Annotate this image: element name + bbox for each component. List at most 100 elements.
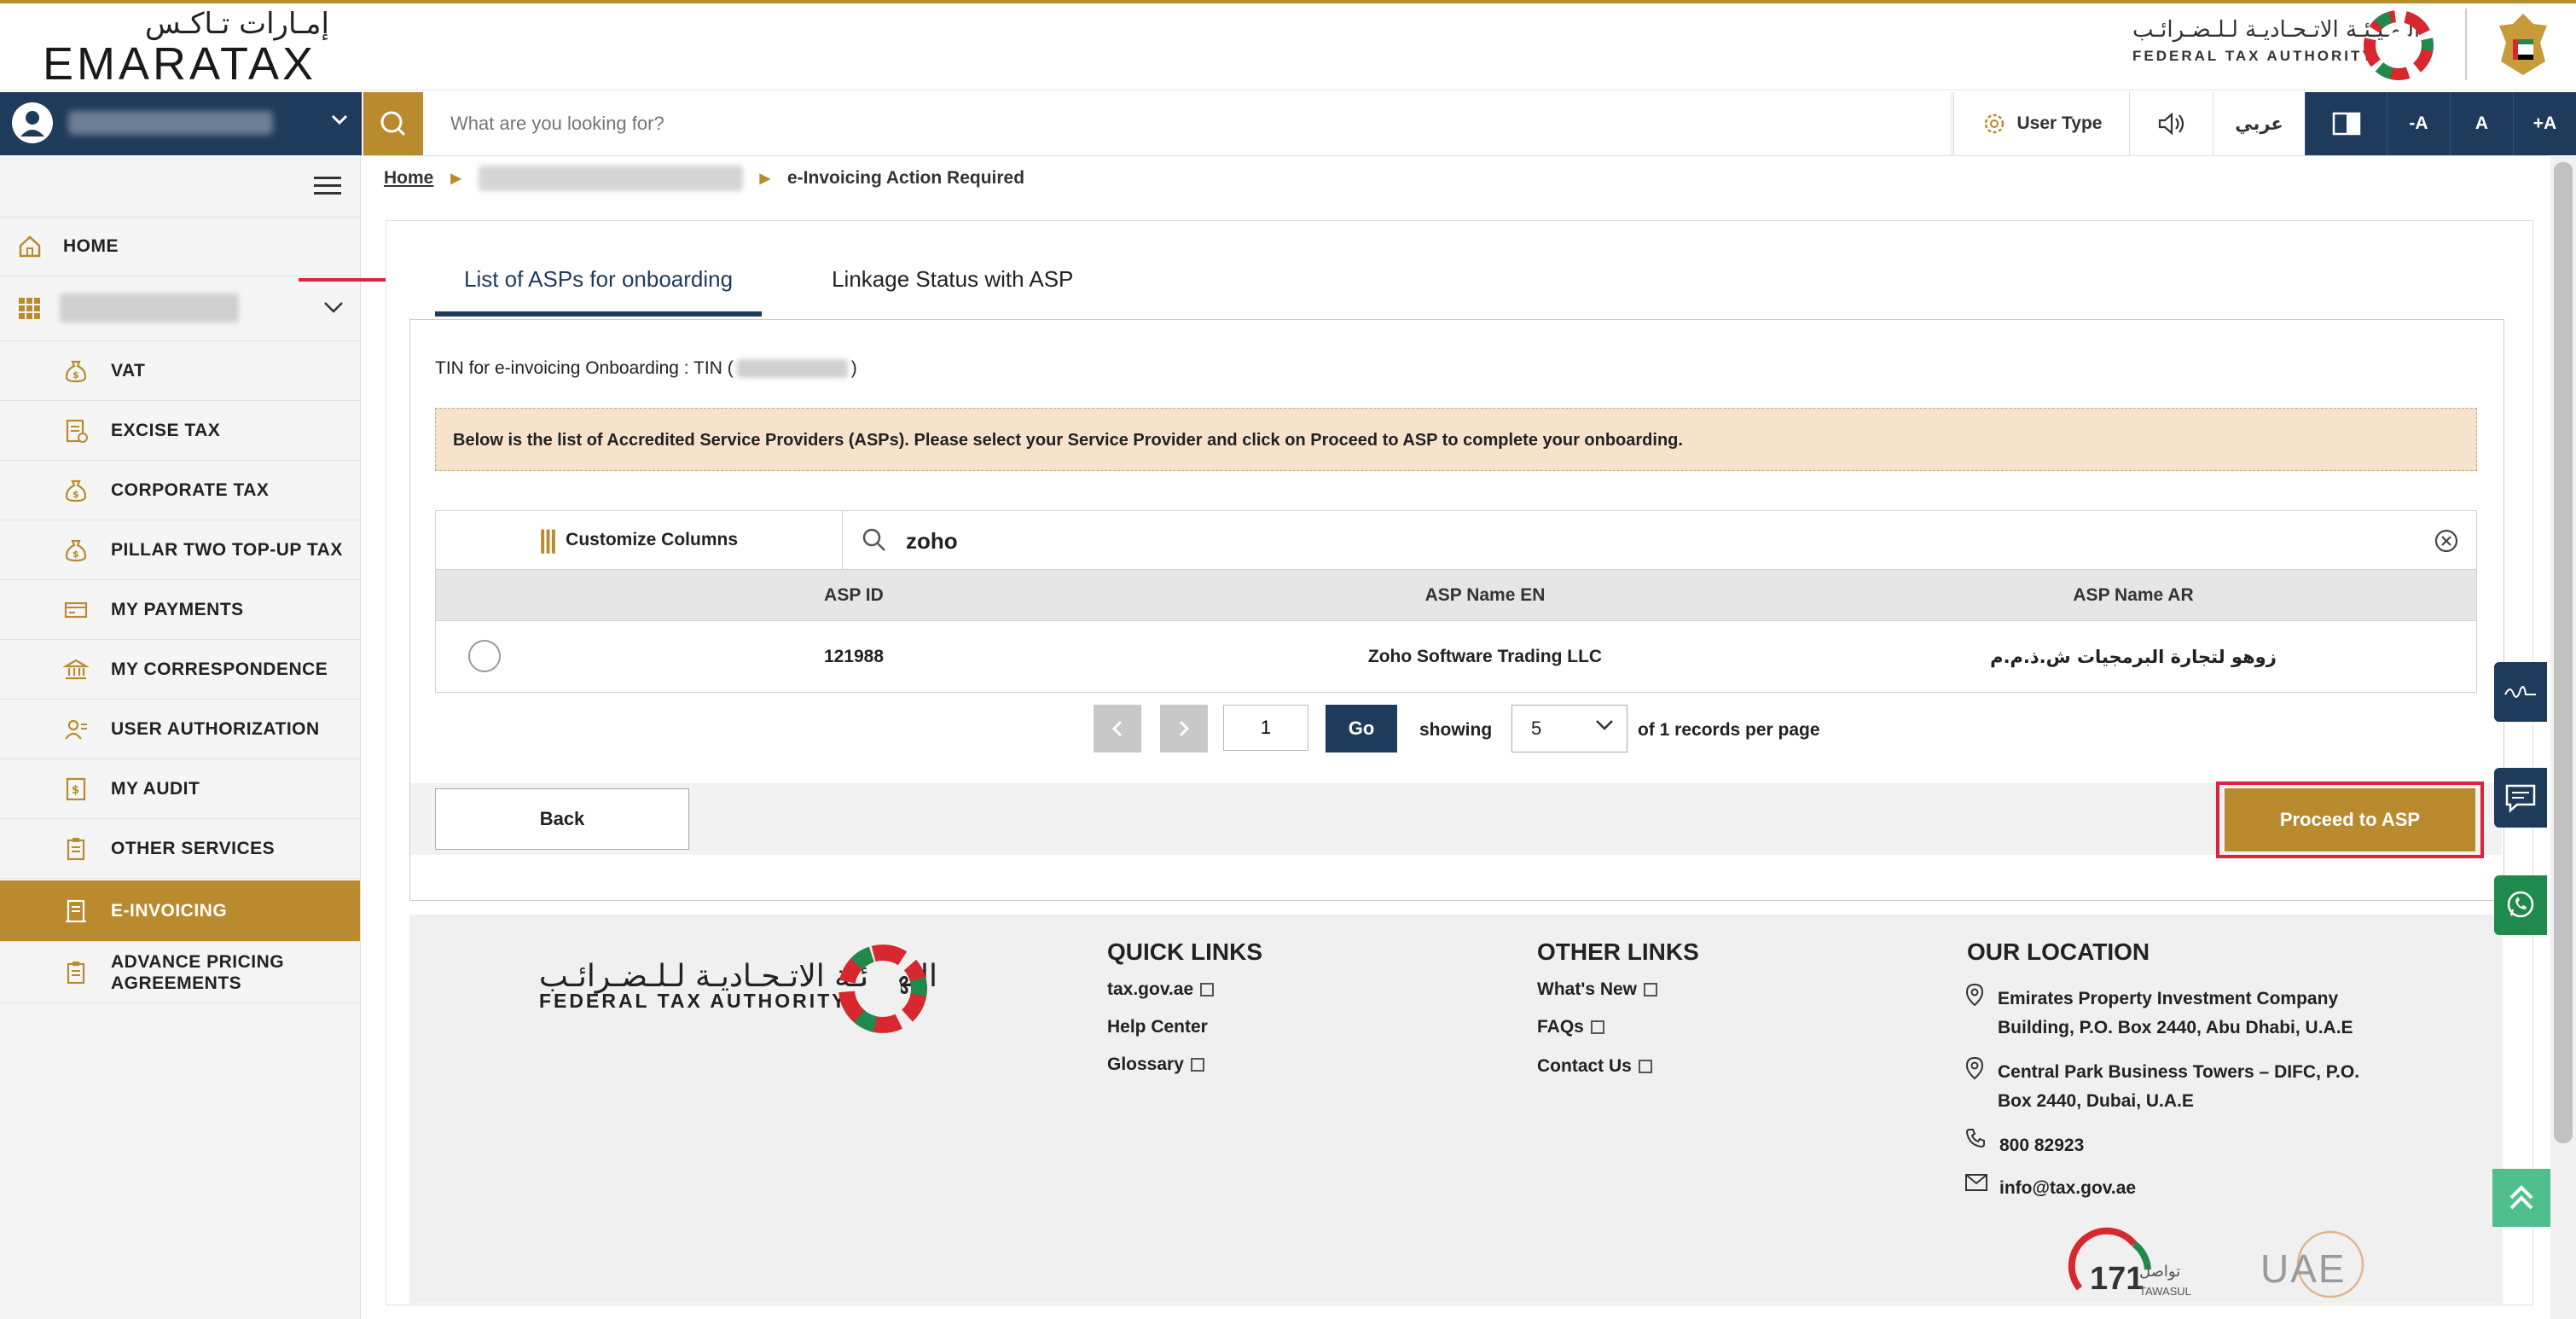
sidebar-item-my-correspondence[interactable]: MY CORRESPONDENCE [0,640,360,700]
grid-icon [15,294,44,323]
invoice-icon [61,897,90,926]
column-header-asp-name-en[interactable]: ASP Name EN [1323,570,1647,620]
sidebar-item-label: VAT [111,360,146,381]
sidebar-item-other-services[interactable]: OTHER SERVICES [0,819,360,879]
speaker-button[interactable] [2129,92,2213,155]
customize-columns-button[interactable]: ||| Customize Columns [435,510,843,570]
sidebar-item-my-audit[interactable]: $ MY AUDIT [0,759,360,819]
sidebar-item-label: MY PAYMENTS [111,599,244,619]
sidebar-item-vat[interactable]: $ VAT [0,341,360,401]
action-bar [410,783,2502,855]
quick-link-label: tax.gov.ae [1107,979,1194,999]
asp-name-en-cell: Zoho Software Trading LLC [1367,646,1603,666]
next-page-button[interactable] [1160,705,1208,752]
location-pin-icon [1965,983,1984,1011]
clipboard-icon [61,834,90,863]
table-row[interactable]: 121988 Zoho Software Trading LLC زوهو لت… [435,621,2477,693]
emaratax-logo[interactable]: EMARATAX [43,38,316,90]
other-link-whats-new[interactable]: What's New [1537,979,1658,1000]
header-divider [2465,9,2467,80]
sidebar-item-label: MY CORRESPONDENCE [111,659,328,679]
page-number-input[interactable] [1223,705,1308,751]
font-normal-button[interactable]: A [2450,92,2513,155]
chevron-down-icon[interactable] [329,109,350,136]
sidebar-item-user-authorization[interactable]: USER AUTHORIZATION [0,700,360,759]
home-icon [15,232,44,261]
tin-label: TIN for e-invoicing Onboarding : TIN ( [435,358,734,378]
quick-link-tax-gov[interactable]: tax.gov.ae [1107,979,1215,1000]
other-link-label: Contact Us [1537,1056,1632,1076]
sidebar-item-advance-pricing[interactable]: ADVANCE PRICING AGREEMENTS [0,942,360,1003]
address-dubai: Central Park Business Towers – DIFC, P.O… [1998,1058,2359,1116]
chevron-left-icon [1111,720,1123,737]
breadcrumb-separator-icon: ▶ [759,171,770,186]
clear-search-icon[interactable] [2433,527,2460,559]
user-type-button[interactable]: User Type [1953,92,2129,155]
double-chevron-up-icon [2509,1185,2533,1210]
sidebar-item-pillar-two[interactable]: $ PILLAR TWO TOP-UP TAX [0,520,360,580]
tin-redacted [736,359,848,378]
font-decrease-button[interactable]: -A [2387,92,2450,155]
emaratax-logo-arabic: إمـارات تـاكـس [145,7,329,41]
quick-links-title: QUICK LINKS [1107,938,1262,965]
other-link-faqs[interactable]: FAQs [1537,1017,1604,1037]
external-link-icon [1590,1020,1604,1034]
search-button[interactable] [363,92,423,155]
quick-link-label: Help Center [1107,1017,1208,1037]
address-line: Central Park Business Towers – DIFC, P.O… [1998,1062,2360,1082]
quick-link-glossary[interactable]: Glossary [1107,1055,1204,1075]
tab-linkage-status[interactable]: Linkage Status with ASP [762,256,1102,317]
other-link-contact-us[interactable]: Contact Us [1537,1056,1652,1077]
user-icon [61,715,90,744]
go-button[interactable]: Go [1326,705,1397,752]
scrollbar-thumb[interactable] [2554,162,2573,1143]
sidebar-item-corporate-tax[interactable]: $ CORPORATE TAX [0,461,360,520]
breadcrumb-home-link[interactable]: Home [384,168,433,189]
tin-line: TIN for e-invoicing Onboarding : TIN ( ) [435,358,857,379]
arabic-language-button[interactable]: عربي [2213,92,2305,155]
tawasul-arabic: تواصل [2139,1263,2181,1281]
asp-select-radio[interactable] [468,640,501,672]
breadcrumb-redacted[interactable] [478,166,743,191]
location-pin-icon [1965,1056,1984,1084]
sidebar-item-e-invoicing[interactable]: E-INVOICING [0,880,360,942]
prev-page-button[interactable] [1094,705,1141,752]
table-header: ASP ID ASP Name EN ASP Name AR [435,570,2477,621]
tawasul-logo: 171 تواصل TAWASUL [2068,1227,2191,1304]
chevron-down-icon [1593,715,1616,739]
quick-link-label: Glossary [1107,1055,1184,1074]
footer-fta-logo-icon [833,938,933,1043]
sidebar-item-label: CORPORATE TAX [111,479,270,500]
email-icon [1965,1174,1987,1195]
email-address[interactable]: info@tax.gov.ae [1999,1174,2136,1203]
quick-link-help-center[interactable]: Help Center [1107,1017,1208,1037]
card-icon [61,596,90,625]
tin-suffix: ) [850,358,857,378]
global-search-input[interactable] [423,92,1950,155]
sidebar-item-excise-tax[interactable]: EXCISE TAX [0,401,360,461]
phone-number[interactable]: 800 82923 [1999,1131,2084,1160]
signature-widget-button[interactable] [2494,662,2547,722]
user-type-label: User Type [2016,113,2103,133]
hamburger-menu-icon[interactable] [314,176,341,200]
column-header-asp-name-ar[interactable]: ASP Name AR [1971,570,2295,620]
contrast-toggle-button[interactable] [2305,92,2387,155]
chat-widget-button[interactable] [2494,768,2547,828]
clipboard-icon [61,958,90,987]
audit-icon: $ [61,775,90,804]
customize-columns-label: Customize Columns [566,530,739,549]
whatsapp-widget-button[interactable] [2494,875,2547,935]
asp-search-input[interactable] [904,520,2426,561]
font-increase-button[interactable]: +A [2513,92,2576,155]
scroll-to-top-button[interactable] [2492,1169,2550,1227]
proceed-to-asp-button[interactable]: Proceed to ASP [2225,788,2475,851]
back-button[interactable]: Back [435,788,689,850]
address-line: Box 2440, Dubai, U.A.E [1998,1091,2194,1111]
chevron-down-icon[interactable] [322,299,345,321]
other-links-title: OTHER LINKS [1537,938,1699,965]
column-header-asp-id[interactable]: ASP ID [692,570,1016,620]
phone-icon [1965,1128,1986,1153]
tab-asp-onboarding[interactable]: List of ASPs for onboarding [435,256,763,317]
sidebar-item-my-payments[interactable]: MY PAYMENTS [0,580,360,640]
address-line: Emirates Property Investment Company [1998,989,2339,1008]
